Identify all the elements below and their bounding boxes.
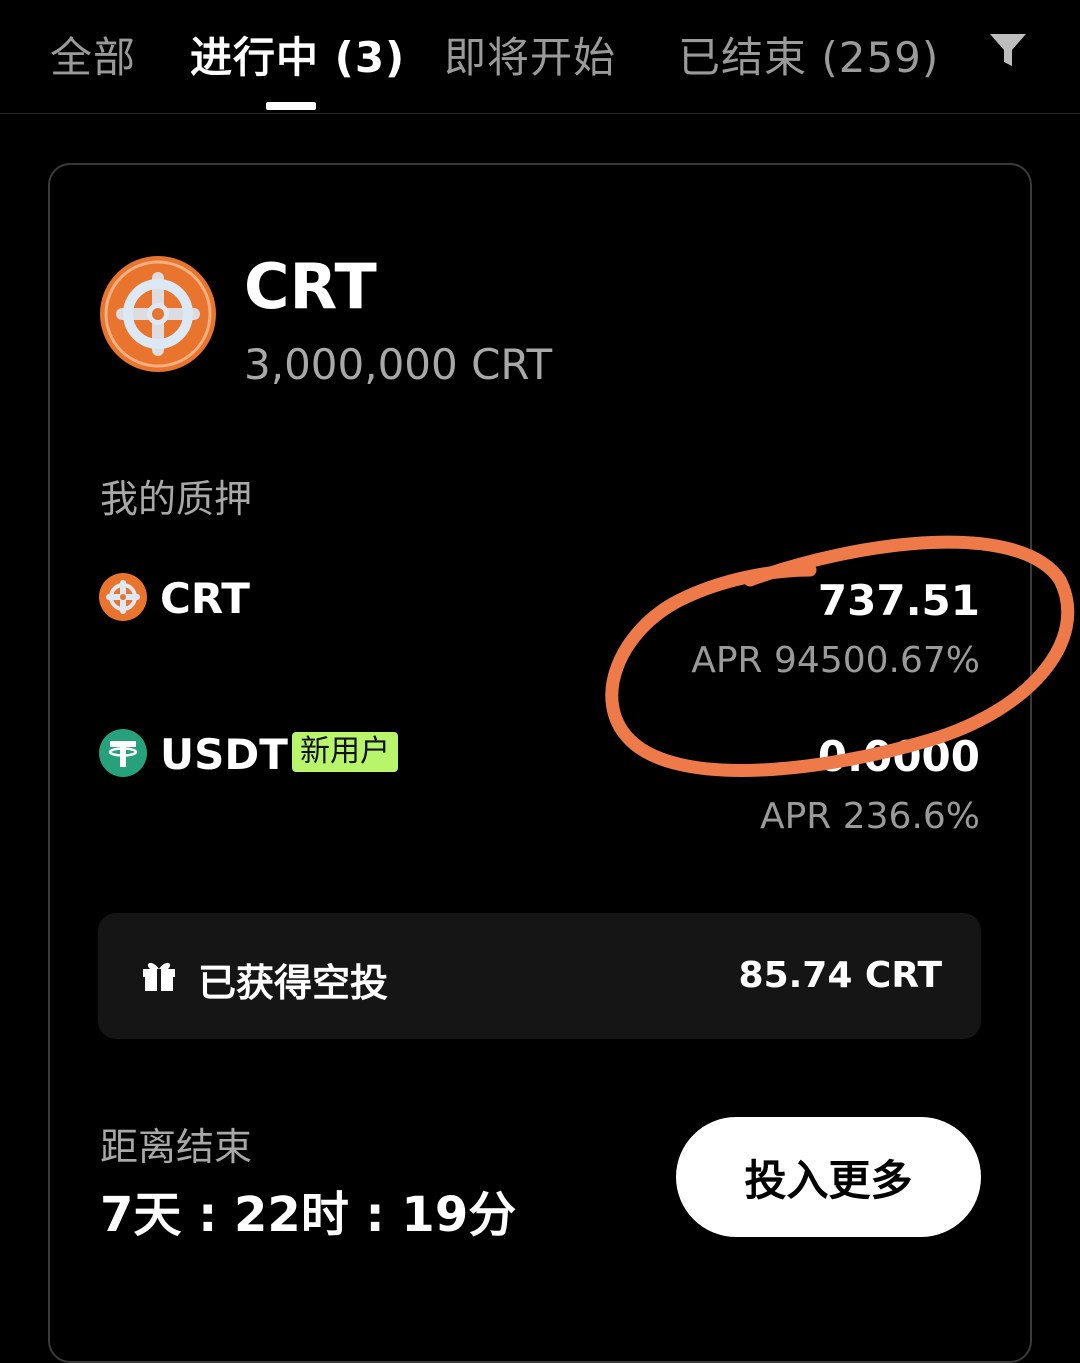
countdown-value: 7天 : 22时 : 19分	[100, 1187, 517, 1243]
token-supply: 3,000,000 CRT	[244, 340, 553, 389]
token-name: CRT	[244, 250, 377, 323]
tether-icon	[99, 729, 147, 777]
tab-all[interactable]: 全部	[50, 24, 136, 85]
gift-icon	[143, 962, 175, 991]
new-user-badge: 新用户	[292, 732, 398, 772]
invest-more-button[interactable]: 投入更多	[676, 1117, 981, 1237]
tab-ended[interactable]: 已结束 (259)	[678, 24, 939, 85]
countdown-label: 距离结束	[100, 1125, 253, 1169]
apr-usdt: APR 236.6%	[759, 796, 980, 837]
active-tab-indicator	[266, 102, 316, 110]
tab-in-progress[interactable]: 进行中 (3)	[190, 24, 405, 85]
my-stake-label: 我的质押	[100, 477, 253, 521]
apr-crt: APR 94500.67%	[691, 640, 980, 681]
filter-funnel-icon[interactable]	[986, 28, 1030, 72]
stake-amount-crt: 737.51	[817, 576, 980, 625]
airdrop-label: 已获得空投	[198, 961, 389, 1005]
status-tabs: 全部 进行中 (3) 即将开始 已结束 (259)	[0, 0, 1080, 114]
airdrop-value: 85.74 CRT	[738, 955, 942, 996]
asset-name-crt: CRT	[160, 574, 250, 623]
tab-upcoming[interactable]: 即将开始	[444, 24, 616, 85]
crt-token-icon	[99, 573, 147, 621]
asset-name-usdt: USDT	[160, 730, 288, 779]
crt-token-logo-icon	[100, 256, 216, 372]
stake-amount-usdt: 0.0000	[817, 732, 980, 781]
